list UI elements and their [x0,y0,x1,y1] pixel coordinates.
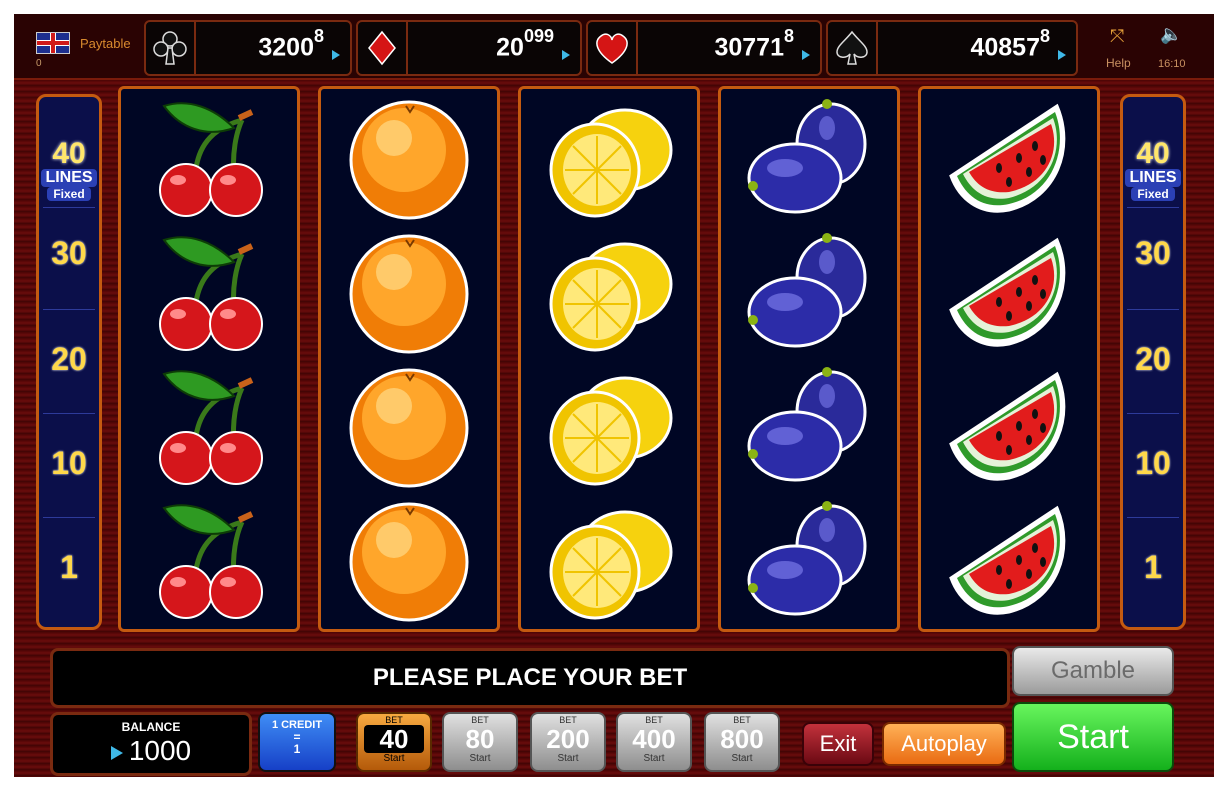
line-level-10: 10 [1135,445,1171,481]
bet-value: 80 [465,724,495,754]
jackpot-club: 32008 [144,20,352,76]
reel-2 [318,86,500,632]
jackpot-value: 408578 [970,26,1050,62]
line-level-20: 20 [1135,341,1171,377]
balance-label: BALANCE [121,720,181,734]
plum-symbol [721,497,897,627]
clock: 16:10 [1158,58,1186,70]
lemon-symbol [521,229,697,359]
watermelon-symbol [921,497,1097,627]
spade-icon [828,22,878,74]
fixed-label: Fixed [1131,187,1175,201]
plum-symbol [721,229,897,359]
balance-display: BALANCE 1000 [50,712,252,776]
bet-value: 400 [632,724,676,754]
bet-value: 200 [546,724,590,754]
start-button[interactable]: Start [1012,702,1174,772]
lemon-symbol [521,497,697,627]
jackpot-value: 32008 [258,26,324,62]
watermelon-symbol [921,95,1097,225]
line-level-1: 1 [60,549,78,585]
cherry-symbol [121,363,297,493]
bet-value: 800 [720,724,764,754]
lines-label: LINES [41,169,97,187]
speaker-icon[interactable]: 🔈 [1160,24,1182,45]
help-link[interactable]: Help [1106,56,1131,70]
message-bar: PLEASE PLACE YOUR BET [50,648,1010,708]
bet-button-400[interactable]: BET 400 Start [616,712,692,772]
credit-denomination-button[interactable]: 1 CREDIT = 1 [258,712,336,772]
lemon-symbol [521,95,697,225]
line-level-10: 10 [51,445,87,481]
jackpot-spade: 408578 [826,20,1078,76]
jackpot-diamond: 20099 [356,20,582,76]
language-flag-icon[interactable] [36,32,70,54]
orange-symbol [321,229,497,359]
line-level-20: 20 [51,341,87,377]
top-bar: Paytable 0 32008 20099 307718 408578 ⤧ 🔈… [14,14,1214,80]
bet-button-80[interactable]: BET 80 Start [442,712,518,772]
bet-button-800[interactable]: BET 800 Start [704,712,780,772]
jackpot-value: 307718 [714,26,794,62]
game-frame: Paytable 0 32008 20099 307718 408578 ⤧ 🔈… [14,14,1214,777]
line-level-1: 1 [1144,549,1162,585]
bet-value: 40 [364,725,424,753]
fixed-label: Fixed [47,187,91,201]
bet-start-label: Start [731,753,753,764]
bet-start-label: Start [643,753,665,764]
coin-arrow-icon [110,745,123,760]
credit-value: 1 [293,742,301,756]
bet-button-40[interactable]: BET 40 Start [356,712,432,772]
lines-panel-right: 40 LINES Fixed 30 20 10 1 [1120,94,1186,630]
lines-panel-left: 40 LINES Fixed 30 20 10 1 [36,94,102,630]
autoplay-button[interactable]: Autoplay [882,722,1006,766]
cherry-symbol [121,497,297,627]
coin-arrow-icon [1058,50,1066,60]
orange-symbol [321,363,497,493]
plum-symbol [721,363,897,493]
paytable-link[interactable]: Paytable [80,36,131,51]
plum-symbol [721,95,897,225]
watermelon-symbol [921,229,1097,359]
line-level-30: 30 [51,235,87,271]
watermelon-symbol [921,363,1097,493]
balance-value: 1000 [128,735,192,766]
fullscreen-icon[interactable]: ⤧ [1110,26,1124,47]
diamond-icon [358,22,408,74]
exit-button[interactable]: Exit [802,722,874,766]
orange-symbol [321,95,497,225]
cherry-symbol [121,229,297,359]
jackpot-value: 20099 [496,26,554,62]
line-level-30: 30 [1135,235,1171,271]
lines-count: 40 [1136,137,1170,170]
lines-count: 40 [52,137,86,170]
orange-symbol [321,497,497,627]
jackpot-heart: 307718 [586,20,822,76]
reel-5 [918,86,1100,632]
coin-arrow-icon [562,50,570,60]
small-credit-value: 0 [36,58,42,69]
reel-4 [718,86,900,632]
bet-start-label: Start [383,753,405,764]
heart-icon [588,22,638,74]
cherry-symbol [121,95,297,225]
club-icon [146,22,196,74]
coin-arrow-icon [332,50,340,60]
reel-1 [118,86,300,632]
lines-label: LINES [1125,169,1181,187]
bet-start-label: Start [557,753,579,764]
lemon-symbol [521,363,697,493]
bet-start-label: Start [469,753,491,764]
gamble-button[interactable]: Gamble [1012,646,1174,696]
reel-3 [518,86,700,632]
coin-arrow-icon [802,50,810,60]
bet-button-200[interactable]: BET 200 Start [530,712,606,772]
